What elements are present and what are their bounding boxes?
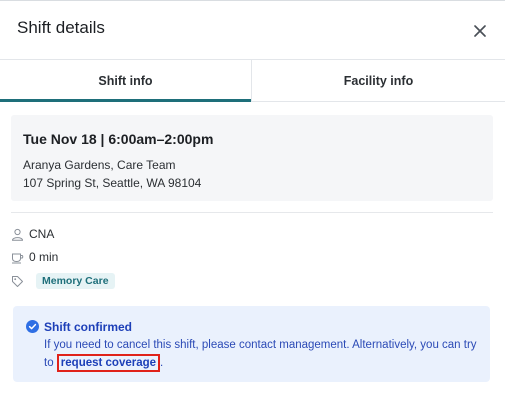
break-row: 0 min xyxy=(11,250,58,264)
role-row: CNA xyxy=(11,227,54,241)
notice-body: If you need to cancel this shift, please… xyxy=(44,337,484,372)
facility-address: 107 Spring St, Seattle, WA 98104 xyxy=(23,176,202,190)
shift-date-time: Tue Nov 18 | 6:00am–2:00pm xyxy=(23,131,214,147)
break-duration: 0 min xyxy=(29,250,59,264)
tab-shift-info[interactable]: Shift info xyxy=(0,60,251,102)
close-icon[interactable] xyxy=(470,21,490,41)
check-circle-icon xyxy=(26,320,39,333)
notice-suffix: . xyxy=(160,357,164,369)
shift-confirmed-notice: Shift confirmed If you need to cancel th… xyxy=(13,306,490,382)
coffee-cup-icon xyxy=(11,251,24,264)
tag-row: Memory Care xyxy=(11,273,115,289)
tab-bar: Shift info Facility info xyxy=(0,59,505,102)
modal-title: Shift details xyxy=(17,18,105,37)
modal-header: Shift details xyxy=(0,1,505,59)
facility-name: Aranya Gardens, Care Team xyxy=(23,158,176,172)
tag-icon xyxy=(11,275,24,288)
section-divider xyxy=(11,212,493,213)
request-coverage-link[interactable]: request coverage xyxy=(56,354,161,372)
shift-summary-card: Tue Nov 18 | 6:00am–2:00pm Aranya Garden… xyxy=(11,115,493,201)
tab-facility-info[interactable]: Facility info xyxy=(251,60,505,102)
notice-title: Shift confirmed xyxy=(44,320,133,334)
unit-tag-badge: Memory Care xyxy=(36,273,115,289)
person-icon xyxy=(11,228,24,241)
role-label: CNA xyxy=(29,227,55,241)
active-tab-indicator xyxy=(0,99,251,102)
